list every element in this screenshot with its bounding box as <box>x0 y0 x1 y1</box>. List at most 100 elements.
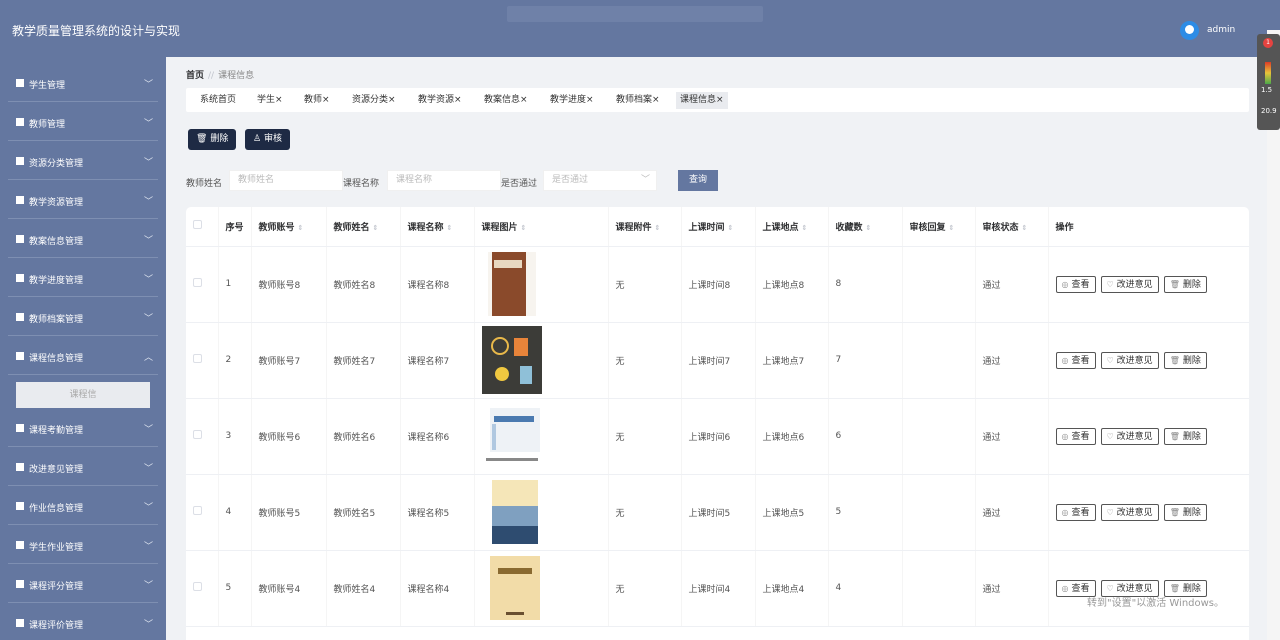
view-button[interactable]: ◎ 查看 <box>1055 427 1096 445</box>
sort-icon[interactable]: ⇕ <box>298 224 304 232</box>
col-header-label: 课程图片 <box>481 222 518 233</box>
course-image[interactable] <box>482 554 542 622</box>
sidebar-subitem-course-info[interactable]: 课程信 <box>16 382 150 408</box>
row-select-cell[interactable] <box>186 398 219 475</box>
improve-button[interactable]: ♡ 改进意见 <box>1100 503 1159 521</box>
improve-button[interactable]: ♡ 改进意见 <box>1100 351 1159 369</box>
row-checkbox[interactable] <box>193 430 202 439</box>
sort-icon[interactable]: ⇕ <box>521 224 527 232</box>
improve-button[interactable]: ♡ 改进意见 <box>1100 427 1159 445</box>
row-select-cell[interactable] <box>186 246 219 323</box>
course-name-input[interactable]: 课程名称 <box>387 170 501 191</box>
sidebar-item-course-review[interactable]: 课程评价管理 ﹀ <box>0 604 166 640</box>
teacher-name-input[interactable]: 教师姓名 <box>229 170 343 191</box>
query-button[interactable]: 查询 <box>678 170 718 191</box>
cell-class-place: 上课地点6 <box>755 398 829 475</box>
tab-home[interactable]: 系统首页 <box>196 92 240 109</box>
delete-button[interactable]: 🗑 删除 <box>188 129 237 150</box>
data-table-card: 序号 教师账号 ⇕ 教师姓名 ⇕ 课程名称 ⇕ 课程图片 ⇕ 课程附件 ⇕ 上课时间 ⇕ 上… <box>186 207 1249 640</box>
row-delete-button[interactable]: 🗑 删除 <box>1163 427 1207 445</box>
sort-icon[interactable]: ⇕ <box>447 224 453 232</box>
row-select-cell[interactable] <box>186 550 219 627</box>
col-header[interactable]: 课程图片 ⇕ <box>474 207 609 247</box>
select-all-checkbox[interactable] <box>193 220 202 230</box>
close-icon[interactable]: × <box>388 95 396 105</box>
col-header[interactable]: 教师姓名 ⇕ <box>326 207 401 247</box>
tab-progress[interactable]: 教学进度× <box>546 92 598 109</box>
sidebar-item-homework-info[interactable]: 作业信息管理 ﹀ <box>0 487 166 525</box>
sidebar-item-lesson-plan[interactable]: 教案信息管理 ﹀ <box>0 220 166 258</box>
sidebar-item-label: 学生作业管理 <box>29 543 84 553</box>
view-button[interactable]: ◎ 查看 <box>1055 503 1096 521</box>
select-all-cell[interactable] <box>186 207 219 247</box>
user-outline-icon: ♙ <box>253 134 262 144</box>
tab-course-info[interactable]: 课程信息× <box>676 92 728 109</box>
passed-select[interactable]: 是否通过 ﹀ <box>543 170 657 191</box>
row-select-cell[interactable] <box>186 474 219 551</box>
close-icon[interactable]: × <box>716 95 724 105</box>
username[interactable]: admin <box>1207 25 1235 35</box>
row-checkbox[interactable] <box>193 506 202 515</box>
sidebar-item-feedback[interactable]: 改进意见管理 ﹀ <box>0 448 166 486</box>
row-select-cell[interactable] <box>186 322 219 399</box>
sidebar-item-teaching-resource[interactable]: 教学资源管理 ﹀ <box>0 181 166 219</box>
sidebar-item-course-score[interactable]: 课程评分管理 ﹀ <box>0 565 166 603</box>
audit-button[interactable]: ♙ 审核 <box>245 129 290 150</box>
floating-monitor-widget[interactable]: 1 1.5 20.9 <box>1257 34 1280 130</box>
course-image[interactable] <box>481 402 542 470</box>
tab-teaching-resource[interactable]: 教学资源× <box>414 92 466 109</box>
row-delete-button[interactable]: 🗑 删除 <box>1163 351 1207 369</box>
sidebar-item-student-homework[interactable]: 学生作业管理 ﹀ <box>0 526 166 564</box>
view-button[interactable]: ◎ 查看 <box>1055 351 1096 369</box>
col-header[interactable]: 课程附件 ⇕ <box>608 207 682 247</box>
row-delete-button[interactable]: 🗑 删除 <box>1163 275 1207 293</box>
sort-icon[interactable]: ⇕ <box>802 224 808 232</box>
col-header[interactable]: 审核状态 ⇕ <box>975 207 1049 247</box>
col-header[interactable]: 教师账号 ⇕ <box>251 207 327 247</box>
row-checkbox[interactable] <box>193 354 202 363</box>
improve-button[interactable]: ♡ 改进意见 <box>1100 275 1159 293</box>
heart-icon: ♡ <box>1106 431 1114 441</box>
col-header[interactable]: 课程名称 ⇕ <box>400 207 475 247</box>
sidebar-item-teacher-archive[interactable]: 教师档案管理 ﹀ <box>0 298 166 336</box>
sidebar-item-student[interactable]: 学生管理 ﹀ <box>0 64 166 102</box>
course-image[interactable] <box>482 478 542 546</box>
close-icon[interactable]: × <box>322 95 330 105</box>
tab-lesson-plan[interactable]: 教案信息× <box>480 92 532 109</box>
sort-icon[interactable]: ⇕ <box>1022 224 1028 232</box>
improve-label: 改进意见 <box>1116 583 1153 594</box>
sort-icon[interactable]: ⇕ <box>728 224 734 232</box>
row-delete-button[interactable]: 🗑 删除 <box>1163 503 1207 521</box>
sidebar-item-attendance[interactable]: 课程考勤管理 ﹀ <box>0 409 166 447</box>
breadcrumb-home[interactable]: 首页 <box>186 71 204 81</box>
close-icon[interactable]: × <box>652 95 660 105</box>
close-icon[interactable]: × <box>454 95 462 105</box>
cell-actions: ◎ 查看 ♡ 改进意见 🗑 删除 <box>1048 474 1249 551</box>
tab-teacher-archive[interactable]: 教师档案× <box>612 92 664 109</box>
close-icon[interactable]: × <box>275 95 283 105</box>
close-icon[interactable]: × <box>586 95 594 105</box>
course-image[interactable] <box>482 250 542 318</box>
tab-teacher[interactable]: 教师× <box>300 92 334 109</box>
close-icon[interactable]: × <box>520 95 528 105</box>
main-content: 首页//课程信息 系统首页 学生× 教师× 资源分类× 教学资源× 教案信息× … <box>166 57 1259 640</box>
col-header[interactable]: 上课时间 ⇕ <box>681 207 756 247</box>
sidebar-item-resource-category[interactable]: 资源分类管理 ﹀ <box>0 142 166 180</box>
sort-icon[interactable]: ⇕ <box>655 224 661 232</box>
col-header[interactable]: 收藏数 ⇕ <box>828 207 903 247</box>
row-checkbox[interactable] <box>193 582 202 591</box>
view-button[interactable]: ◎ 查看 <box>1055 275 1096 293</box>
col-header[interactable]: 上课地点 ⇕ <box>755 207 829 247</box>
sort-icon[interactable]: ⇕ <box>949 224 955 232</box>
tab-student[interactable]: 学生× <box>253 92 287 109</box>
course-image[interactable] <box>481 326 542 394</box>
col-header[interactable]: 审核回复 ⇕ <box>902 207 976 247</box>
sort-icon[interactable]: ⇕ <box>866 224 872 232</box>
sidebar-item-course-info[interactable]: 课程信息管理 ︿ <box>0 337 166 375</box>
user-avatar-icon[interactable] <box>1180 21 1199 40</box>
tab-resource-category[interactable]: 资源分类× <box>348 92 400 109</box>
sidebar-item-progress[interactable]: 教学进度管理 ﹀ <box>0 259 166 297</box>
sidebar-item-teacher[interactable]: 教师管理 ﹀ <box>0 103 166 141</box>
sort-icon[interactable]: ⇕ <box>373 224 379 232</box>
row-checkbox[interactable] <box>193 278 202 287</box>
